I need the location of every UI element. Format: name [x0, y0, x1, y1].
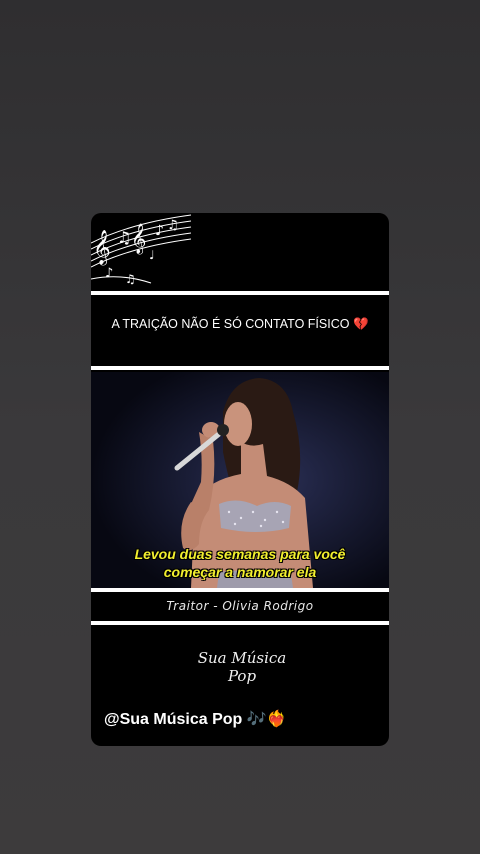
lyric-line-1: Levou duas semanas para você: [134, 546, 346, 562]
handle-text: @Sua Música Pop: [104, 711, 243, 728]
music-heart-emoji-icon: 🎶❤️‍🔥: [246, 711, 287, 728]
svg-text:♫: ♫: [167, 218, 179, 233]
broken-heart-icon: 💔: [352, 317, 369, 331]
music-notes-icon: 𝄞 𝄞 ♫ ♪ ♫ ♪ ♫ ♩: [91, 214, 192, 286]
svg-text:♫: ♫: [125, 272, 136, 286]
lyric-subtitle: Levou duas semanas para você começar a n…: [91, 545, 389, 581]
brand-logo: Sua Música Pop: [187, 649, 297, 685]
headline-text: A TRAIÇÃO NÃO É SÓ CONTATO FÍSICO: [111, 317, 350, 331]
svg-text:♩: ♩: [149, 248, 155, 262]
post-headline: A TRAIÇÃO NÃO É SÓ CONTATO FÍSICO 💔: [111, 315, 369, 333]
svg-text:𝄞: 𝄞: [93, 230, 111, 266]
divider-lower: [91, 588, 389, 592]
divider-upper: [91, 366, 389, 370]
divider-bottom: [91, 621, 389, 625]
song-credit: Traitor - Olivia Rodrigo: [166, 599, 314, 613]
logo-line-2: Pop: [227, 667, 257, 685]
divider-top: [91, 291, 389, 295]
logo-line-1: Sua Música: [197, 649, 287, 667]
svg-text:♫: ♫: [117, 228, 131, 247]
lyric-line-2: começar a namorar ela: [163, 564, 317, 580]
svg-text:♪: ♪: [155, 223, 164, 239]
svg-text:𝄞: 𝄞: [131, 223, 146, 255]
post-card[interactable]: 𝄞 𝄞 ♫ ♪ ♫ ♪ ♫ ♩ A TRAIÇÃO NÃO É SÓ CONTA…: [91, 213, 389, 746]
svg-text:♪: ♪: [105, 266, 113, 281]
account-handle[interactable]: @Sua Música Pop 🎶❤️‍🔥: [104, 709, 287, 729]
